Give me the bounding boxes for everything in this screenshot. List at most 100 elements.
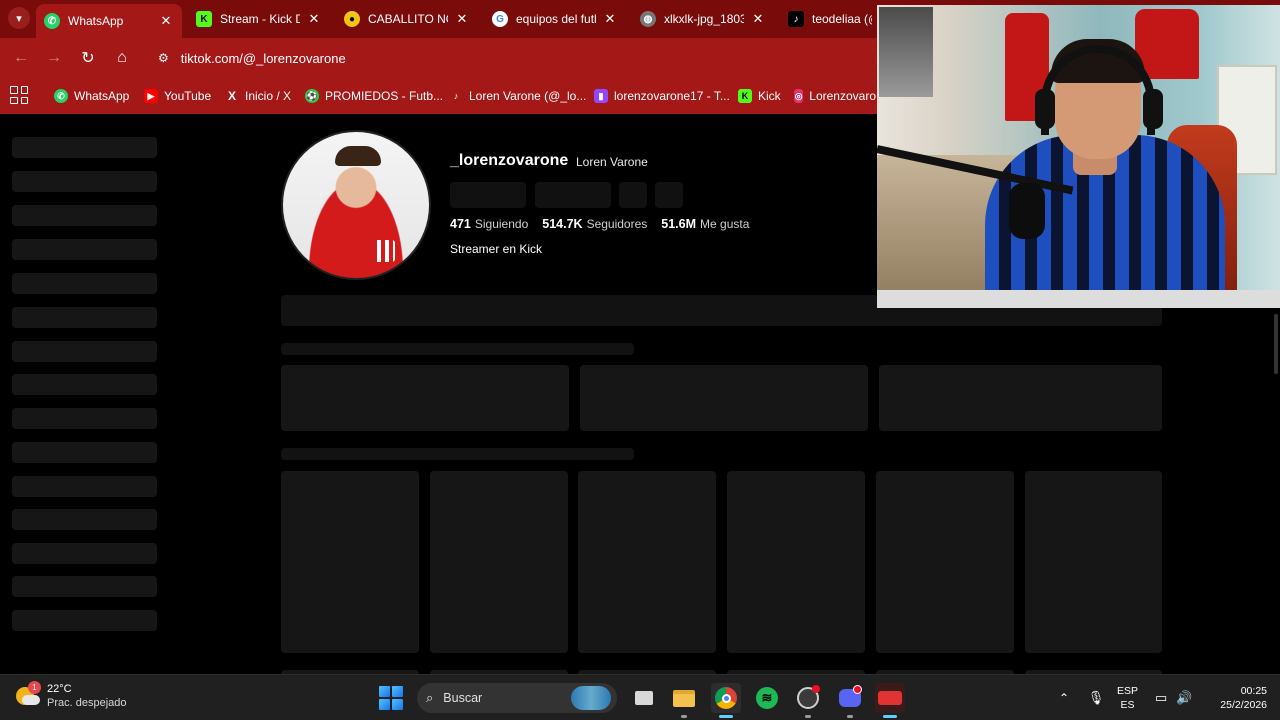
weather-widget[interactable]: 1 22°C Prac. despejado xyxy=(14,681,127,710)
sidebar-skeleton xyxy=(12,543,157,564)
tab-image[interactable]: ◍ xlkxlk-jpg_1803 ✕ xyxy=(632,4,774,34)
taskbar-search[interactable]: ⌕ Buscar xyxy=(417,683,617,713)
bookmark-label: YouTube xyxy=(164,89,212,103)
windows-taskbar: 1 22°C Prac. despejado ⌕ Buscar ≋ ⌃ 🎙 ES… xyxy=(0,674,1280,720)
chevron-up-icon[interactable]: ⌃ xyxy=(1055,691,1073,705)
playlist-card-skeleton[interactable] xyxy=(580,365,868,431)
apps-grid-icon[interactable] xyxy=(10,86,28,104)
app-logo-icon xyxy=(878,691,902,705)
close-icon[interactable]: ✕ xyxy=(602,11,618,27)
quick-settings[interactable]: ▭ 🔊 xyxy=(1155,675,1192,720)
screen: ▾ ✆ WhatsApp ✕ K Stream - Kick Da ✕ ● CA… xyxy=(0,0,1280,720)
bookmark-kick[interactable]: K Kick xyxy=(738,85,781,107)
close-icon[interactable]: ✕ xyxy=(306,11,322,27)
message-button-skeleton[interactable] xyxy=(535,182,611,208)
windows-icon xyxy=(379,686,403,710)
microphone-icon[interactable]: 🎙 xyxy=(1083,690,1109,706)
section-title-skeleton xyxy=(281,448,634,460)
spotify-button[interactable]: ≋ xyxy=(752,683,782,713)
close-icon[interactable]: ✕ xyxy=(454,11,470,27)
bookmark-youtube[interactable]: ▶ YouTube xyxy=(144,85,211,107)
more-button-skeleton[interactable] xyxy=(655,182,683,208)
taskbar-clock[interactable]: 00:25 25/2/2026 xyxy=(1205,684,1267,712)
tab-title: WhatsApp xyxy=(68,14,124,28)
following-label[interactable]: Siguiendo xyxy=(475,217,528,231)
playlist-card-skeleton[interactable] xyxy=(281,365,569,431)
clock-time: 00:25 xyxy=(1240,685,1267,697)
promiedos-icon: ⚽ xyxy=(305,89,319,103)
bookmark-label: lorenzovarone17 - T... xyxy=(614,89,730,103)
microphone xyxy=(1009,183,1045,239)
headset-ear xyxy=(1035,89,1055,129)
video-card-skeleton[interactable] xyxy=(430,471,568,653)
likes-count: 51.6M xyxy=(661,217,697,231)
back-button[interactable]: ← xyxy=(10,47,32,69)
bookmark-label: PROMIEDOS - Futb... xyxy=(325,89,444,103)
likes-label: Me gusta xyxy=(700,217,750,231)
bookmark-x[interactable]: X Inicio / X xyxy=(225,85,291,107)
close-icon[interactable]: ✕ xyxy=(750,11,766,27)
wall-poster xyxy=(879,7,933,97)
notification-badge: 1 xyxy=(28,681,41,694)
streaming-app-button[interactable] xyxy=(875,683,905,718)
video-card-skeleton[interactable] xyxy=(727,471,865,653)
task-view-button[interactable] xyxy=(629,683,659,713)
input-language[interactable]: ESP ES xyxy=(1117,684,1138,712)
playlist-card-skeleton[interactable] xyxy=(879,365,1162,431)
twitch-icon: ▮ xyxy=(594,89,608,103)
avatar-crest xyxy=(373,240,395,262)
add-friend-button-skeleton[interactable] xyxy=(619,182,647,208)
video-card-skeleton[interactable] xyxy=(1025,471,1162,653)
tab-search-menu-button[interactable]: ▾ xyxy=(8,7,30,29)
start-button[interactable] xyxy=(376,683,406,713)
lang-line2: ES xyxy=(1120,699,1135,711)
video-card-skeleton[interactable] xyxy=(281,471,419,653)
youtube-icon: ▶ xyxy=(144,89,158,103)
sidebar-skeleton xyxy=(12,476,157,497)
globe-icon: ◍ xyxy=(640,11,656,27)
obs-button[interactable] xyxy=(793,683,823,718)
bookmark-instagram[interactable]: ◎ Lorenzovaro xyxy=(794,85,876,107)
tab-google-search[interactable]: G equipos del futb ✕ xyxy=(484,4,626,34)
bookmark-label: Inicio / X xyxy=(245,89,292,103)
bookmark-tiktok[interactable]: ♪ Loren Varone (@_lo... xyxy=(449,85,587,107)
profile-bio: Streamer en Kick xyxy=(450,242,543,256)
tab-title: CABALLITO NOR xyxy=(368,12,448,26)
follow-button-skeleton[interactable] xyxy=(450,182,526,208)
tiktok-icon: ♪ xyxy=(453,91,459,101)
profile-username: _lorenzovarone xyxy=(450,152,569,169)
reload-button[interactable]: ↻ xyxy=(77,47,99,69)
close-icon[interactable]: ✕ xyxy=(158,13,174,29)
home-button[interactable]: ⌂ xyxy=(111,47,133,69)
followers-label[interactable]: Seguidores xyxy=(587,217,648,231)
sidebar-skeleton xyxy=(12,408,157,429)
profile-stats: 471 Siguiendo 514.7K Seguidores 51.6M Me… xyxy=(450,217,763,231)
discord-button[interactable] xyxy=(835,683,865,718)
kick-icon: K xyxy=(196,11,212,27)
bookmark-label: Loren Varone (@_lo... xyxy=(469,89,587,103)
weather-icon: 1 xyxy=(14,681,41,709)
weather-condition: Prac. despejado xyxy=(47,697,127,709)
tab-whatsapp[interactable]: ✆ WhatsApp ✕ xyxy=(36,4,182,38)
video-card-skeleton[interactable] xyxy=(578,471,716,653)
tab-caballito[interactable]: ● CABALLITO NOR ✕ xyxy=(336,4,478,34)
bookmark-whatsapp[interactable]: ✆ WhatsApp xyxy=(54,85,129,107)
site-info-icon[interactable]: ⚙ xyxy=(158,51,169,65)
video-card-skeleton[interactable] xyxy=(876,471,1014,653)
bookmark-promiedos[interactable]: ⚽ PROMIEDOS - Futb... xyxy=(305,85,443,107)
file-explorer-button[interactable] xyxy=(669,683,699,718)
profile-avatar[interactable] xyxy=(281,130,431,280)
tab-kick-stream[interactable]: K Stream - Kick Da ✕ xyxy=(188,4,330,34)
forward-button[interactable]: → xyxy=(43,47,65,69)
sidebar-skeleton xyxy=(12,273,157,294)
system-tray: ⌃ 🎙 xyxy=(1055,675,1109,720)
chrome-taskbar-button[interactable] xyxy=(711,683,741,718)
tab-title: xlkxlk-jpg_1803 xyxy=(664,12,744,26)
followers-count: 514.7K xyxy=(542,217,583,231)
sidebar-skeleton xyxy=(12,442,157,463)
scrollbar-thumb[interactable] xyxy=(1274,314,1278,374)
tab-tiktok-teodeliaa[interactable]: ♪ teodeliaa (@t xyxy=(780,4,880,34)
tab-title: equipos del futb xyxy=(516,12,596,26)
bookmark-twitch[interactable]: ▮ lorenzovarone17 - T... xyxy=(594,85,730,107)
avatar-hair xyxy=(335,146,381,166)
